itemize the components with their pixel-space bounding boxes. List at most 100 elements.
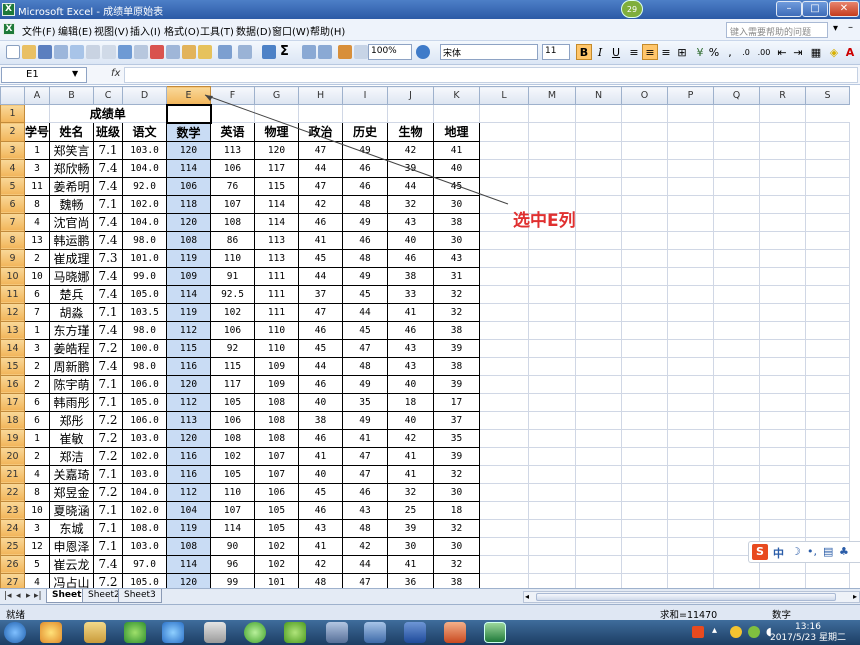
window-restore-icon[interactable]: – — [848, 22, 853, 33]
cell[interactable]: 崔成理 — [49, 248, 95, 268]
cell[interactable] — [342, 104, 389, 123]
cell[interactable] — [621, 374, 669, 394]
cell[interactable] — [713, 572, 761, 588]
cell-selected-column[interactable]: 113 — [166, 410, 212, 430]
column-header[interactable]: J — [387, 86, 435, 105]
row-header[interactable]: 17 — [0, 392, 25, 412]
cell[interactable]: 32 — [433, 284, 481, 304]
cell[interactable] — [805, 482, 851, 502]
horizontal-scrollbar[interactable]: ◂ ▸ — [523, 591, 860, 603]
tray-expand-icon[interactable]: ▴ — [712, 625, 717, 636]
open-icon[interactable] — [22, 45, 36, 59]
header-cell[interactable]: 地理 — [433, 122, 481, 142]
cell-selected-column[interactable]: 112 — [166, 320, 212, 340]
cell[interactable]: 7.4 — [93, 176, 124, 196]
ime-skin-icon[interactable]: ♣ — [839, 545, 849, 558]
cell[interactable]: 41 — [387, 302, 435, 322]
cell[interactable] — [667, 104, 715, 123]
taskbar-clock[interactable]: 13:16 2017/5/23 星期二 — [770, 622, 846, 644]
cell[interactable] — [805, 320, 851, 340]
cell[interactable]: 马晓娜 — [49, 266, 95, 286]
cell[interactable]: 3 — [23, 158, 51, 178]
cell[interactable]: 47 — [298, 176, 344, 196]
cell[interactable] — [759, 338, 807, 358]
select-all-corner[interactable] — [0, 86, 25, 105]
cell[interactable]: 39 — [387, 518, 435, 538]
cell[interactable] — [759, 140, 807, 160]
cell[interactable]: 96 — [210, 554, 256, 574]
cell[interactable]: 105 — [254, 500, 300, 520]
cell[interactable]: 102 — [254, 554, 300, 574]
cell-selected-column[interactable]: 119 — [166, 302, 212, 322]
cell[interactable] — [575, 446, 623, 466]
cell[interactable] — [479, 302, 530, 322]
app-icon[interactable] — [40, 622, 62, 643]
cell[interactable] — [713, 356, 761, 376]
cell[interactable] — [667, 266, 715, 286]
cell[interactable] — [528, 482, 577, 502]
new-icon[interactable] — [6, 45, 20, 59]
cell[interactable]: 郑欣畅 — [49, 158, 95, 178]
cell[interactable]: 关嘉琦 — [49, 464, 95, 484]
cell[interactable]: 郑洁 — [49, 446, 95, 466]
cell[interactable]: 76 — [210, 176, 256, 196]
cell[interactable] — [759, 176, 807, 196]
cell-selected-column[interactable]: 119 — [166, 248, 212, 268]
cell[interactable]: 100.0 — [122, 338, 168, 358]
cell[interactable]: 105.0 — [122, 572, 168, 588]
cell[interactable]: 43 — [298, 518, 344, 538]
cell[interactable] — [621, 518, 669, 538]
cell[interactable]: 25 — [387, 500, 435, 520]
cell[interactable]: 47 — [342, 572, 389, 588]
cell[interactable] — [433, 104, 481, 123]
row-header[interactable]: 25 — [0, 536, 25, 556]
cell-selected-column[interactable]: 120 — [166, 140, 212, 160]
cell[interactable] — [575, 338, 623, 358]
cell[interactable]: 6 — [23, 410, 51, 430]
cell[interactable] — [759, 122, 807, 142]
cell[interactable]: 42 — [387, 428, 435, 448]
cell[interactable] — [621, 122, 669, 142]
cell[interactable]: 47 — [342, 446, 389, 466]
cell[interactable]: 104.0 — [122, 212, 168, 232]
column-header[interactable]: Q — [713, 86, 761, 105]
cell[interactable]: 18 — [387, 392, 435, 412]
film-icon[interactable] — [326, 622, 348, 643]
cell[interactable] — [528, 266, 577, 286]
cell[interactable]: 43 — [387, 212, 435, 232]
cell[interactable] — [575, 104, 623, 123]
cell[interactable] — [479, 230, 530, 250]
cell[interactable]: 7.1 — [93, 500, 124, 520]
cell[interactable] — [479, 104, 530, 123]
cell-selected-column[interactable]: 112 — [166, 482, 212, 502]
cell[interactable]: 7.4 — [93, 284, 124, 304]
cell[interactable] — [575, 230, 623, 250]
cell[interactable]: 113 — [254, 248, 300, 268]
cell[interactable]: 104.0 — [122, 482, 168, 502]
cell[interactable]: 48 — [342, 248, 389, 268]
row-header[interactable]: 16 — [0, 374, 25, 394]
row-header[interactable]: 23 — [0, 500, 25, 520]
cell[interactable] — [479, 410, 530, 430]
cell[interactable]: 102.0 — [122, 500, 168, 520]
decrease-decimal-icon[interactable]: .00 — [756, 44, 772, 60]
help-search-input[interactable]: 键入需要帮助的问题 — [726, 22, 828, 38]
cell[interactable]: 胡淼 — [49, 302, 95, 322]
cell[interactable] — [575, 554, 623, 574]
cell-selected-column[interactable]: 120 — [166, 572, 212, 588]
cell[interactable]: 103.0 — [122, 464, 168, 484]
cell[interactable]: 111 — [254, 284, 300, 304]
cell[interactable] — [575, 320, 623, 340]
cell[interactable]: 38 — [433, 356, 481, 376]
cell[interactable] — [713, 374, 761, 394]
cell[interactable]: 7.1 — [93, 392, 124, 412]
cell[interactable]: 103.5 — [122, 302, 168, 322]
redo-icon[interactable] — [238, 45, 252, 59]
scroll-right-icon[interactable]: ▸ — [853, 592, 857, 601]
cell[interactable] — [528, 428, 577, 448]
cell[interactable]: 47 — [342, 464, 389, 484]
cell[interactable] — [528, 392, 577, 412]
cell[interactable] — [575, 140, 623, 160]
cell[interactable]: 17 — [433, 392, 481, 412]
cell[interactable]: 38 — [433, 572, 481, 588]
